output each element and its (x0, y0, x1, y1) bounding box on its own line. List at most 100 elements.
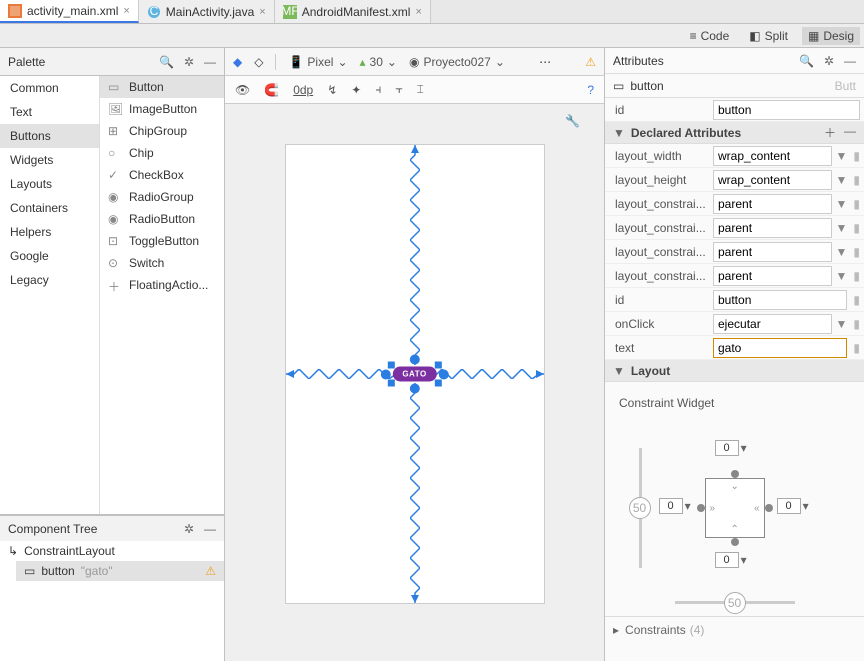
chevron-down-icon[interactable]: ▼ (836, 245, 848, 259)
guideline-icon[interactable]: ⌶ (417, 82, 424, 97)
add-icon[interactable]: ＋ (824, 124, 836, 141)
attr-value-input[interactable] (713, 194, 832, 214)
close-icon[interactable]: × (259, 6, 265, 18)
palette-category[interactable]: Google (0, 244, 99, 268)
tree-root[interactable]: ↳ ConstraintLayout (0, 541, 224, 561)
chevron-down-icon[interactable]: ▼ (836, 149, 848, 163)
chevron-down-icon[interactable]: ▼ (836, 173, 848, 187)
default-margin[interactable]: 0dp (293, 83, 313, 97)
palette-category[interactable]: Text (0, 100, 99, 124)
constraints-section-header[interactable]: ▸ Constraints (4) (605, 616, 864, 643)
api-select[interactable]: ▴ 30 ⌄ (360, 55, 397, 69)
pack-icon[interactable]: ⫟ (395, 82, 402, 97)
minimize-icon[interactable]: — (204, 55, 216, 69)
margin-left[interactable]: 0▾ (659, 498, 691, 514)
resource-picker-icon[interactable]: ▮ (853, 245, 860, 259)
resource-picker-icon[interactable]: ▮ (853, 221, 860, 235)
infer-constraints-icon[interactable]: ✦ (351, 83, 361, 97)
search-icon[interactable]: 🔍 (799, 54, 814, 68)
attr-value-input[interactable] (713, 218, 832, 238)
constraint-handle-right[interactable] (439, 369, 449, 379)
tab-manifest[interactable]: MF AndroidManifest.xml × (275, 0, 431, 23)
tab-activity-main[interactable]: activity_main.xml × (0, 0, 139, 23)
anchor-top[interactable] (731, 470, 739, 478)
palette-category[interactable]: Widgets (0, 148, 99, 172)
constraint-handle-bottom[interactable] (410, 384, 420, 394)
resize-handle[interactable] (435, 380, 442, 387)
attr-value-input[interactable] (713, 170, 832, 190)
theme-select[interactable]: ◉ Proyecto027 ⌄ (409, 55, 505, 69)
close-icon[interactable]: × (415, 6, 421, 18)
palette-widget-item[interactable]: ⊙Switch (100, 252, 224, 274)
palette-category[interactable]: Containers (0, 196, 99, 220)
margin-top[interactable]: 0▾ (715, 440, 747, 456)
palette-widget-item[interactable]: ✓CheckBox (100, 164, 224, 186)
palette-widget-item[interactable]: ◉RadioGroup (100, 186, 224, 208)
selected-button-widget[interactable]: GATO (392, 367, 436, 382)
tree-child-button[interactable]: ▭ button "gato" ⚠ (16, 561, 224, 581)
palette-widget-item[interactable]: ⊡ToggleButton (100, 230, 224, 252)
resize-handle[interactable] (387, 380, 394, 387)
palette-widget-item[interactable]: ＋FloatingActio... (100, 274, 224, 296)
warning-icon[interactable]: ⚠ (205, 564, 216, 578)
attr-value-input[interactable] (713, 290, 847, 310)
palette-category[interactable]: Common (0, 76, 99, 100)
constraint-handle-left[interactable] (380, 369, 390, 379)
eye-icon[interactable]: 👁 (235, 83, 250, 97)
resource-picker-icon[interactable]: ▮ (853, 317, 860, 331)
palette-widget-item[interactable]: ◉RadioButton (100, 208, 224, 230)
anchor-bottom[interactable] (731, 538, 739, 546)
chevron-down-icon[interactable]: ▼ (836, 197, 848, 211)
chevron-down-icon[interactable]: ▼ (836, 221, 848, 235)
palette-widget-item[interactable]: ○Chip (100, 142, 224, 164)
horizontal-bias-thumb[interactable]: 50 (724, 592, 746, 614)
clear-constraints-icon[interactable]: ↯ (327, 83, 337, 97)
palette-category[interactable]: Legacy (0, 268, 99, 292)
palette-widget-item[interactable]: 🖼ImageButton (100, 98, 224, 120)
warning-icon[interactable]: ⚠ (585, 55, 596, 69)
resource-picker-icon[interactable]: ▮ (853, 149, 860, 163)
design-canvas[interactable]: 🔧 (225, 104, 604, 661)
gear-icon[interactable]: ✲ (184, 522, 194, 536)
layout-section-header[interactable]: ▼ Layout (605, 360, 864, 382)
minimize-icon[interactable]: — (204, 522, 216, 536)
palette-widget-item[interactable]: ⊞ChipGroup (100, 120, 224, 142)
surface-icon[interactable]: ◆ (233, 55, 242, 69)
view-code-button[interactable]: ≡ Code (684, 27, 736, 45)
resource-picker-icon[interactable]: ▮ (853, 173, 860, 187)
palette-category[interactable]: Layouts (0, 172, 99, 196)
view-design-button[interactable]: ▦ Desig (802, 27, 860, 45)
search-icon[interactable]: 🔍 (159, 55, 174, 69)
margin-bottom[interactable]: 0▾ (715, 552, 747, 568)
tab-main-activity[interactable]: C MainActivity.java × (139, 0, 275, 23)
resize-handle[interactable] (387, 362, 394, 369)
attr-value-input[interactable] (713, 146, 832, 166)
palette-category[interactable]: Buttons (0, 124, 99, 148)
constraint-handle-top[interactable] (410, 355, 420, 365)
palette-widget-item[interactable]: ▭Button (100, 76, 224, 98)
anchor-right[interactable] (765, 504, 773, 512)
anchor-left[interactable] (697, 504, 705, 512)
chevron-down-icon[interactable]: ▼ (836, 269, 848, 283)
chevron-down-icon[interactable]: ▼ (836, 317, 848, 331)
orientation-icon[interactable]: ◇ (254, 55, 263, 69)
magnet-icon[interactable]: 🧲 (264, 83, 279, 97)
gear-icon[interactable]: ✲ (184, 55, 194, 69)
palette-category[interactable]: Helpers (0, 220, 99, 244)
gear-icon[interactable]: ✲ (824, 54, 834, 68)
remove-icon[interactable]: — (844, 124, 856, 141)
vertical-bias-thumb[interactable]: 50 (629, 497, 651, 519)
device-select[interactable]: 📱 Pixel ⌄ (288, 55, 347, 69)
resize-handle[interactable] (435, 362, 442, 369)
minimize-icon[interactable]: — (844, 54, 856, 68)
attr-value-input[interactable] (713, 266, 832, 286)
margin-right[interactable]: 0▾ (777, 498, 809, 514)
resource-picker-icon[interactable]: ▮ (853, 341, 860, 355)
attr-value-input[interactable] (713, 314, 832, 334)
more-icon[interactable]: ⋯ (539, 55, 551, 69)
attr-value-input[interactable] (713, 242, 832, 262)
constraint-widget[interactable]: 50 50 » « ⌄ ⌃ 0▾ 0▾ 0▾ 0▾ (645, 418, 825, 598)
resource-picker-icon[interactable]: ▮ (853, 269, 860, 283)
resource-picker-icon[interactable]: ▮ (853, 293, 860, 307)
view-split-button[interactable]: ◧ Split (743, 27, 794, 45)
